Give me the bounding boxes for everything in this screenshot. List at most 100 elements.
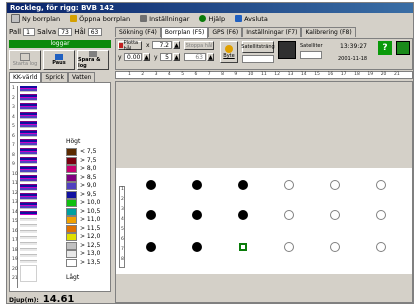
- legend-label: > 10,0: [80, 199, 101, 206]
- color-scale: Högt < 7,5 > 7,5 > 8,0 > 8,5 > 9,0 > 9,5 > 10,…: [66, 138, 110, 303]
- depth-ruler-label: 7: [12, 143, 15, 148]
- depth-ruler-label: 4: [12, 114, 15, 120]
- start-log-icon: [20, 53, 30, 61]
- top-ruler-label: 2: [141, 72, 145, 77]
- depth-ruler-label: 5: [12, 124, 15, 129]
- exit-icon-large[interactable]: [396, 41, 410, 55]
- depth-ruler-label: 3: [12, 105, 15, 110]
- planned-hole[interactable]: [376, 242, 386, 252]
- selected-hole[interactable]: [239, 243, 247, 251]
- depth-ruler-label: 1: [12, 86, 15, 91]
- salva-field[interactable]: 73: [58, 28, 73, 36]
- x-field[interactable]: 7.2: [152, 41, 172, 49]
- depth-ruler-label: 6: [12, 133, 15, 139]
- depth-ruler-label: 2: [12, 95, 15, 101]
- plotta-button[interactable]: Plotta hål: [118, 40, 142, 52]
- satellite-string-button[interactable]: Satellitsträng: [241, 41, 275, 53]
- drilled-hole[interactable]: [146, 242, 156, 252]
- menu-exit[interactable]: Avsluta: [235, 15, 268, 23]
- depth-ruler-label: 10: [12, 171, 18, 177]
- y-field[interactable]: 5: [160, 53, 172, 61]
- drilled-hole[interactable]: [238, 210, 248, 220]
- toolbar: Plotta hål x 7.2 ▲ Stoppa hål y 0.00 ▲ y…: [115, 38, 413, 70]
- menu-open-plan[interactable]: Öppna borrplan: [70, 15, 130, 23]
- y-spin[interactable]: ▲: [173, 53, 180, 61]
- top-ruler-label: 20: [380, 72, 387, 77]
- satellites-field: [300, 51, 322, 59]
- tab-vatten[interactable]: Vatten: [67, 72, 96, 82]
- legend-swatch: [66, 165, 77, 173]
- menu-settings[interactable]: Inställningar: [140, 15, 189, 23]
- hardness-log-tail: [20, 265, 37, 282]
- open-folder-icon: [70, 15, 78, 22]
- top-ruler-label: 5: [181, 72, 185, 77]
- scale-low-label: Lågt: [66, 274, 80, 281]
- save-log-button[interactable]: Spara & log: [77, 50, 109, 70]
- depth-ruler-label: 16: [12, 228, 18, 234]
- tab-borrplan[interactable]: Borrplan (F5): [160, 27, 209, 38]
- drilled-hole[interactable]: [192, 242, 202, 252]
- drilled-hole[interactable]: [192, 180, 202, 190]
- y2-spin[interactable]: ▲: [143, 53, 150, 61]
- planned-hole[interactable]: [330, 210, 340, 220]
- legend-swatch: [66, 233, 77, 241]
- top-ruler-label: 8: [221, 72, 224, 77]
- top-ruler-label: 14: [300, 72, 307, 77]
- legend-label: > 8,0: [80, 165, 97, 172]
- menu-new-plan[interactable]: Ny borrplan: [11, 14, 60, 23]
- top-ruler-label: 17: [340, 72, 347, 77]
- legend-label: > 12,5: [80, 241, 101, 249]
- drilled-hole[interactable]: [192, 210, 202, 220]
- left-panel: Pall 1 Salva 73 Hål 63 loggar Starta log…: [7, 27, 113, 303]
- legend-label: > 11,5: [80, 224, 101, 232]
- drilled-hole[interactable]: [146, 180, 156, 190]
- y2-field[interactable]: 0.00: [124, 53, 142, 61]
- tab-gps[interactable]: GPS (F6): [208, 27, 243, 37]
- planned-hole[interactable]: [376, 180, 386, 190]
- depth-ruler-label: 17: [12, 238, 18, 243]
- stop-hole-button[interactable]: Stoppa hål: [184, 41, 214, 50]
- drilled-hole[interactable]: [238, 180, 248, 190]
- top-ruler-label: 6: [194, 72, 198, 77]
- tab-installningar[interactable]: Inställningar (F7): [242, 27, 302, 37]
- hal-field[interactable]: 63: [87, 28, 102, 36]
- planned-hole[interactable]: [284, 242, 294, 252]
- x-spin[interactable]: ▲: [173, 41, 180, 49]
- top-ruler-label: 3: [154, 72, 158, 77]
- legend-swatch: [66, 207, 77, 216]
- planned-hole[interactable]: [284, 210, 294, 220]
- depth-ruler-label: 21: [12, 276, 18, 281]
- byte-button[interactable]: Byte: [220, 41, 238, 63]
- x2-field[interactable]: 63: [184, 53, 206, 61]
- legend-label: > 12,0: [80, 233, 101, 240]
- exit-icon: [235, 15, 243, 22]
- main-window: Rockleg, för rigg: BVB 142 Ny borrplan Ö…: [6, 2, 414, 304]
- tab-sokning[interactable]: Sökning (F4): [115, 27, 161, 37]
- settings-icon: [140, 15, 148, 22]
- tab-kalibrering[interactable]: Kalibrering (F8): [301, 27, 356, 37]
- top-ruler-label: 4: [167, 72, 171, 77]
- tab-sprick[interactable]: Sprick: [41, 72, 68, 82]
- planned-hole[interactable]: [330, 180, 340, 190]
- planned-hole[interactable]: [376, 210, 386, 220]
- legend-label: > 9,0: [80, 182, 97, 189]
- start-log-button[interactable]: Starta log: [9, 50, 41, 70]
- pause-button[interactable]: Paus: [43, 50, 75, 70]
- top-ruler-label: 10: [247, 72, 254, 77]
- top-ruler-label: 9: [234, 72, 238, 77]
- menu-help[interactable]: Hjälp: [199, 15, 225, 23]
- legend-swatch: [66, 199, 77, 207]
- top-ruler-label: 16: [327, 72, 334, 77]
- planned-hole[interactable]: [330, 242, 340, 252]
- satellite-string-field[interactable]: [242, 55, 274, 63]
- help-icon-large[interactable]: ?: [378, 41, 392, 55]
- drilled-hole[interactable]: [146, 210, 156, 220]
- planned-hole[interactable]: [284, 180, 294, 190]
- depth-label: Djup(m):: [9, 297, 39, 304]
- depth-value: 14.61: [42, 294, 75, 304]
- legend-swatch: [66, 156, 77, 165]
- x2-spin[interactable]: ▲: [207, 53, 214, 61]
- pall-field[interactable]: 1: [23, 28, 36, 36]
- legend-label: > 8,5: [80, 173, 97, 181]
- help-icon: [199, 15, 207, 22]
